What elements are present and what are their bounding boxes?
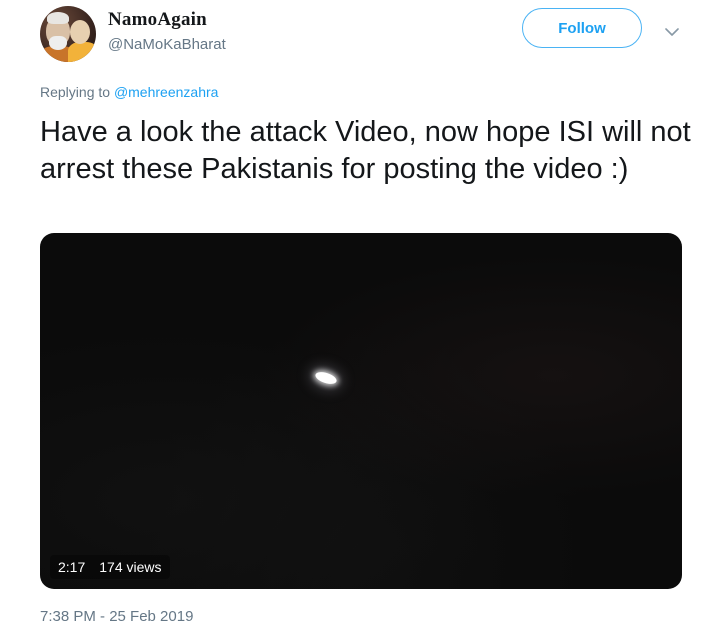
chevron-down-icon[interactable] <box>662 22 682 42</box>
video-player[interactable]: 2:17 174 views <box>40 233 682 589</box>
replying-to-label: Replying to <box>40 84 114 100</box>
avatar[interactable] <box>40 6 96 62</box>
follow-button[interactable]: Follow <box>522 8 642 48</box>
avatar-beard-left <box>49 36 67 50</box>
reply-mention-link[interactable]: @mehreenzahra <box>114 84 219 100</box>
avatar-face-right <box>70 20 90 44</box>
user-handle[interactable]: @NaMoKaBharat <box>108 36 226 53</box>
avatar-hair-left <box>47 12 69 24</box>
tweet-text: Have a look the attack Video, now hope I… <box>40 116 691 185</box>
replying-to: Replying to @mehreenzahra <box>40 84 218 100</box>
avatar-figure-right <box>68 42 96 62</box>
video-frame <box>40 233 682 589</box>
tweet-card: NamoAgain @NaMoKaBharat Follow Replying … <box>0 0 720 638</box>
video-info-overlay: 2:17 174 views <box>50 555 170 579</box>
video-views: 174 views <box>99 559 162 575</box>
display-name[interactable]: NamoAgain <box>108 9 207 31</box>
tweet-timestamp[interactable]: 7:38 PM - 25 Feb 2019 <box>40 608 193 625</box>
video-duration: 2:17 <box>58 559 86 575</box>
